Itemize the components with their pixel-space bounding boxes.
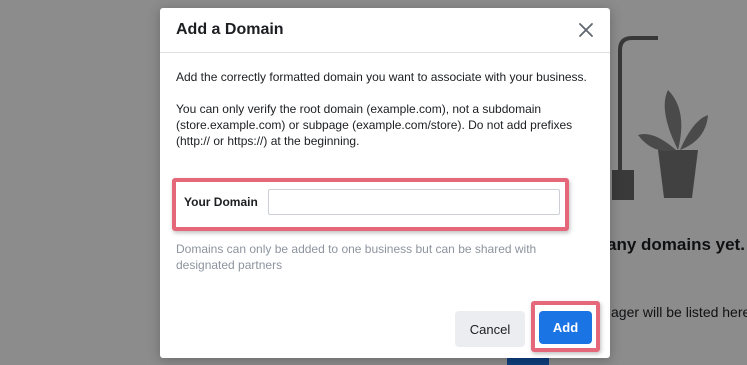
instructions-text: You can only verify the root domain (exa…: [176, 102, 573, 148]
cancel-button[interactable]: Cancel: [455, 311, 525, 347]
close-icon[interactable]: [576, 20, 596, 40]
dialog-header: Add a Domain: [160, 8, 610, 53]
dialog-title: Add a Domain: [176, 21, 284, 38]
add-domain-dialog: Add a Domain Add the correctly formatted…: [160, 8, 610, 358]
intro-text: Add the correctly formatted domain you w…: [176, 70, 587, 84]
helper-text: Domains can only be added to one busines…: [176, 242, 537, 272]
dialog-body: Add the correctly formatted domain you w…: [176, 69, 594, 165]
domain-field-label: Your Domain: [184, 195, 258, 209]
add-button[interactable]: Add: [539, 311, 592, 344]
domain-input[interactable]: [268, 189, 560, 215]
